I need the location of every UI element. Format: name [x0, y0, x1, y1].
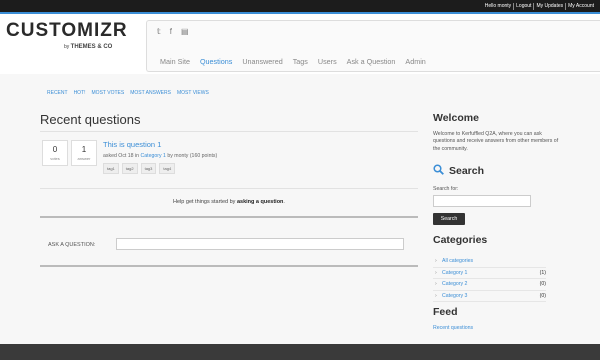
welcome-text: Welcome to Kerfuffled Q2A, where you can…	[433, 131, 559, 152]
category-link[interactable]: All categories	[433, 258, 473, 264]
category-link[interactable]: Category 1	[141, 153, 166, 159]
main-area: RECENT HOT! MOST VOTES MOST ANSWERS MOST…	[0, 74, 600, 344]
category-count: (0)	[539, 281, 546, 288]
search-label: Search for:	[433, 186, 459, 192]
category-link[interactable]: Category 3	[433, 293, 467, 299]
nav-questions[interactable]: Questions	[195, 55, 237, 68]
tag-list: tag1 tag2 tag3 tag4	[103, 163, 217, 174]
greeting-link[interactable]: Hello monty	[483, 3, 513, 9]
question-body: This is question 1 asked Oct 18 in Categ…	[103, 140, 217, 174]
votes-counter: 0 votes	[42, 140, 68, 166]
main-nav: Main Site Questions Unanswered Tags User…	[155, 55, 431, 68]
tag-item[interactable]: tag3	[140, 163, 157, 174]
tag-item[interactable]: tag4	[159, 163, 176, 174]
ask-question-label: ASK A QUESTION:	[48, 242, 96, 248]
nav-admin[interactable]: Admin	[400, 55, 430, 68]
question-item: 0 votes 1 answer This is question 1 aske…	[40, 140, 418, 180]
nav-box: 𝕥 f ▤ Main Site Questions Unanswered Tag…	[146, 20, 600, 72]
question-meta: asked Oct 18 in Category 1 by monty (160…	[103, 153, 217, 159]
list-item: Category 3 (0)	[433, 291, 546, 302]
list-item: Category 1 (1)	[433, 268, 546, 279]
question-title-link[interactable]: This is question 1	[103, 140, 217, 149]
logo-brand: THEMES & CO	[70, 44, 113, 50]
page-title: Recent questions	[40, 112, 141, 127]
twitter-icon[interactable]: 𝕥	[157, 27, 161, 36]
sort-hot[interactable]: HOT!	[74, 90, 86, 96]
logo-text: CUSTOMIZR	[6, 20, 128, 41]
footer	[0, 344, 600, 360]
rss-icon[interactable]: ▤	[181, 27, 189, 36]
sidebar: Welcome Welcome to Kerfuffled Q2A, where…	[433, 112, 563, 331]
search-heading: Search	[433, 164, 484, 178]
sort-subnav: RECENT HOT! MOST VOTES MOST ANSWERS MOST…	[47, 90, 209, 96]
sort-most-votes[interactable]: MOST VOTES	[92, 90, 125, 96]
list-item: Category 2 (0)	[433, 279, 546, 291]
divider	[40, 188, 418, 189]
nav-users[interactable]: Users	[313, 55, 342, 68]
answers-count: 1	[81, 145, 87, 154]
search-title: Search	[449, 165, 485, 177]
sort-most-answers[interactable]: MOST ANSWERS	[130, 90, 171, 96]
votes-count: 0	[52, 145, 58, 154]
category-count: (0)	[539, 292, 546, 299]
my-account-link[interactable]: My Account	[566, 3, 596, 9]
welcome-heading: Welcome	[433, 112, 479, 124]
recent-questions-feed-link[interactable]: Recent questions	[433, 325, 473, 331]
answers-label: answer	[77, 156, 91, 161]
meta-suffix: by monty (160 points)	[167, 153, 218, 159]
sort-most-views[interactable]: MOST VIEWS	[177, 90, 209, 96]
search-icon	[433, 164, 444, 178]
votes-label: votes	[50, 156, 60, 161]
site-logo[interactable]: CUSTOMIZR by THEMES & CO	[6, 20, 128, 50]
search-button[interactable]: Search	[433, 213, 465, 225]
divider	[40, 216, 418, 218]
list-item: All categories	[433, 256, 546, 268]
social-links: 𝕥 f ▤	[157, 27, 189, 36]
user-bar: Hello monty Logout My Updates My Account	[0, 0, 600, 12]
nav-unanswered[interactable]: Unanswered	[237, 55, 287, 68]
divider	[40, 265, 418, 267]
category-count: (1)	[539, 269, 546, 276]
categories-heading: Categories	[433, 234, 488, 246]
logo-by: by	[64, 44, 70, 50]
tag-item[interactable]: tag2	[121, 163, 138, 174]
search-input[interactable]	[433, 195, 531, 207]
help-text: Help get things started by asking a ques…	[40, 199, 418, 205]
nav-main-site[interactable]: Main Site	[155, 55, 195, 68]
feed-heading: Feed	[433, 306, 458, 318]
site-header: CUSTOMIZR by THEMES & CO 𝕥 f ▤ Main Site…	[0, 12, 600, 72]
category-list: All categories Category 1 (1) Category 2…	[433, 256, 546, 302]
logout-link[interactable]: Logout	[514, 3, 533, 9]
help-prefix: Help get things started by	[173, 199, 236, 205]
divider	[40, 131, 418, 132]
tag-item[interactable]: tag1	[103, 163, 119, 174]
content-column: Recent questions 0 votes 1 answer This i…	[40, 112, 418, 267]
logo-byline: by THEMES & CO	[64, 44, 112, 50]
ask-question-link[interactable]: asking a question	[237, 199, 283, 205]
facebook-icon[interactable]: f	[170, 27, 172, 36]
answers-counter: 1 answer	[71, 140, 97, 166]
my-updates-link[interactable]: My Updates	[534, 3, 565, 9]
category-link[interactable]: Category 2	[433, 281, 467, 287]
meta-prefix: asked Oct 18 in	[103, 153, 140, 159]
category-link[interactable]: Category 1	[433, 270, 467, 276]
nav-ask-question[interactable]: Ask a Question	[342, 55, 401, 68]
nav-tags[interactable]: Tags	[288, 55, 313, 68]
ask-question-input[interactable]	[116, 238, 404, 250]
help-suffix: .	[283, 199, 285, 205]
sort-recent[interactable]: RECENT	[47, 90, 68, 96]
